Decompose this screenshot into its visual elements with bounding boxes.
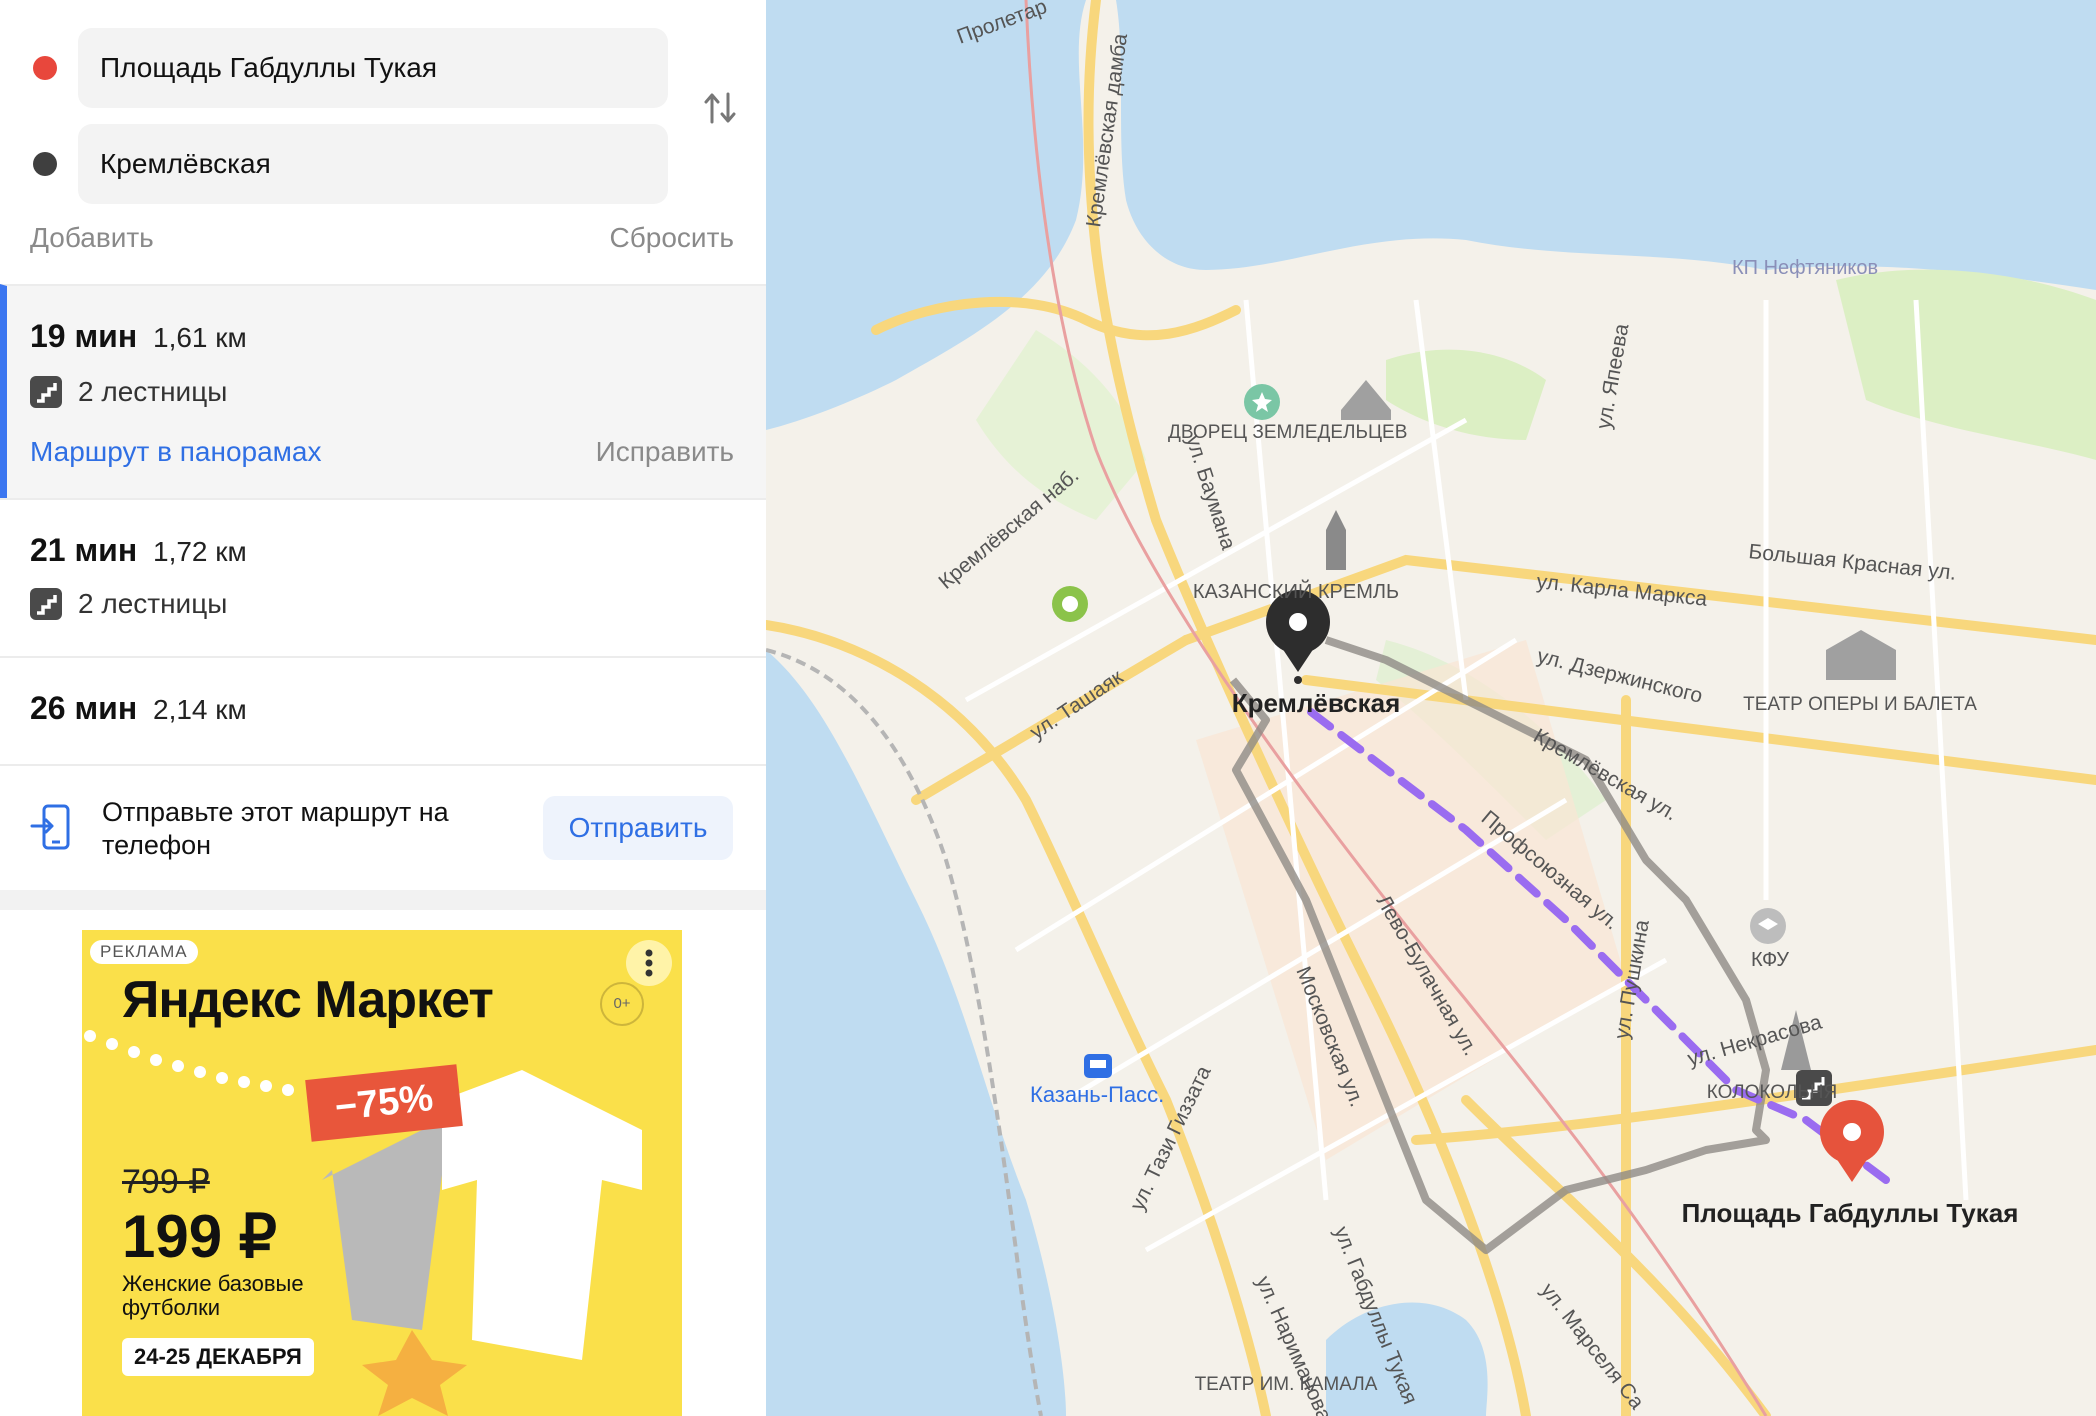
from-row: Площадь Габдуллы Тукая: [0, 28, 680, 108]
street-baumana: ул. Баумана: [1181, 432, 1240, 552]
street-karla-marksa: ул. Карла Маркса: [1535, 570, 1708, 611]
separator: [0, 890, 766, 910]
university-icon: [1750, 908, 1786, 944]
kremlin-tower-icon: [1326, 510, 1346, 570]
theatre-icon: [1826, 630, 1896, 680]
route-panel: Площадь Габдуллы Тукая Кремлёвская Добав…: [0, 0, 766, 1416]
route-time: 26 мин: [30, 690, 138, 726]
to-input[interactable]: Кремлёвская: [78, 124, 668, 204]
map[interactable]: КАЗАНСКИЙ КРЕМЛЬ ДВОРЕЦ ЗЕМЛЕДЕЛЬЦЕВ ТЕА…: [766, 0, 2096, 1416]
ad-label: РЕКЛАМА: [90, 940, 198, 964]
ad-brand: Яндекс Маркет: [122, 971, 494, 1029]
ad-dates: 24-25 ДЕКАБРЯ: [122, 1338, 314, 1376]
label-theatre-kamala: ТЕАТР ИМ. КАМАЛА: [1195, 1374, 1378, 1395]
add-point-link[interactable]: Добавить: [30, 222, 154, 254]
route-time: 19 мин: [30, 318, 138, 354]
from-input[interactable]: Площадь Габдуллы Тукая: [78, 28, 668, 108]
route-option-1[interactable]: 19 мин 1,61 км 2 лестницы Маршрут в пано…: [0, 284, 766, 498]
label-kremlin: КАЗАНСКИЙ КРЕМЛЬ: [1193, 579, 1399, 603]
park: [1836, 269, 2096, 460]
end-pin-kremlevskaya[interactable]: [1266, 590, 1330, 684]
label-start-pin: Кремлёвская: [1232, 688, 1401, 718]
ad-menu-icon[interactable]: [626, 940, 672, 986]
stairs-icon: [30, 588, 62, 620]
panorama-route-link[interactable]: Маршрут в панорамах: [30, 436, 322, 468]
street-dzerzhinskogo: ул. Дзержинского: [1535, 645, 1705, 708]
fix-route-link[interactable]: Исправить: [596, 436, 734, 468]
label-kp-neftyanikov: КП Нефтяников: [1732, 257, 1878, 279]
to-dot-icon: [33, 152, 57, 176]
reset-link[interactable]: Сбросить: [610, 222, 734, 254]
to-row: Кремлёвская: [0, 124, 680, 204]
route-distance: 1,72 км: [153, 536, 247, 567]
street-marselya: ул. Марселя Са: [1536, 1279, 1649, 1414]
ad-old-price: 799 ₽: [122, 1163, 210, 1201]
street-tashayak: ул. Ташаяк: [1026, 665, 1128, 744]
route-option-2[interactable]: 21 мин 1,72 км 2 лестницы: [0, 498, 766, 656]
park: [1386, 349, 1546, 440]
send-to-phone-block: Отправьте этот маршрут на телефон Отправ…: [0, 764, 766, 892]
send-to-phone-text: Отправьте этот маршрут на телефон: [102, 797, 449, 860]
ad-age-badge: 0+: [600, 982, 644, 1026]
send-button[interactable]: Отправить: [543, 796, 733, 860]
route-option-3[interactable]: 26 мин 2,14 км: [0, 656, 766, 764]
star-poi-icon: [1244, 384, 1280, 420]
zoo-icon: [1052, 586, 1088, 622]
street-kremlevskaya-nab: Кремлёвская наб.: [934, 464, 1083, 594]
route-distance: 2,14 км: [153, 694, 247, 725]
street-bolshaya-krasnaya: Большая Красная ул.: [1747, 540, 1957, 585]
route-distance: 1,61 км: [153, 322, 247, 353]
river-kazanka: [1116, 0, 2096, 290]
swap-icon[interactable]: [700, 88, 740, 128]
label-kfu: КФУ: [1751, 949, 1789, 971]
stairs-count: 2 лестницы: [78, 376, 228, 407]
stairs-icon: [30, 376, 62, 408]
palace-icon: [1341, 380, 1391, 420]
label-station: Казань-Пасс.: [1030, 1082, 1164, 1107]
route-time: 21 мин: [30, 532, 138, 568]
map-canvas[interactable]: КАЗАНСКИЙ КРЕМЛЬ ДВОРЕЦ ЗЕМЛЕДЕЛЬЦЕВ ТЕА…: [766, 0, 2096, 1416]
stairs-count: 2 лестницы: [78, 588, 228, 619]
label-end-pin: Площадь Габдуллы Тукая: [1682, 1198, 2019, 1228]
ad-new-price: 199 ₽: [122, 1203, 277, 1270]
train-station-icon: [1084, 1054, 1112, 1078]
label-kolokolnya: КОЛОКОЛЬНЯ: [1707, 1082, 1837, 1103]
ad-description: Женские базовые футболки: [122, 1271, 304, 1320]
street-yapeeva: ул. Япеева: [1592, 322, 1633, 431]
label-theatre-opera: ТЕАТР ОПЕРЫ И БАЛЕТА: [1743, 694, 1977, 715]
from-dot-icon: [33, 56, 57, 80]
ad-banner[interactable]: РЕКЛАМА Яндекс Маркет 0+ −75% 799 ₽ 199 …: [82, 930, 682, 1416]
phone-send-icon: [30, 804, 70, 850]
